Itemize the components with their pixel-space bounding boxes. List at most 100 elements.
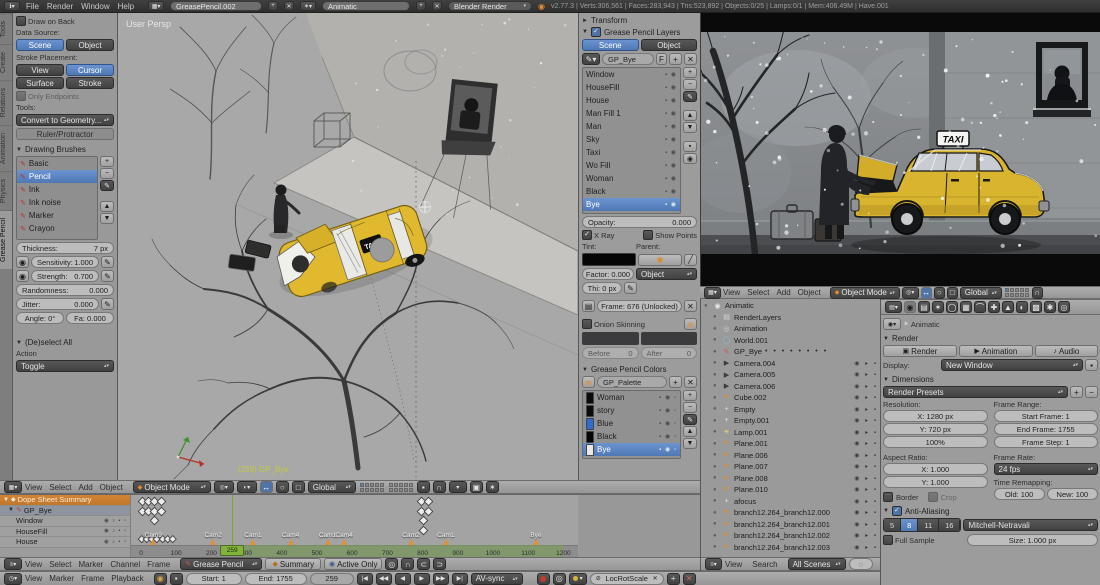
av-sync-select[interactable]: AV-sync ▴▾ — [470, 572, 523, 585]
gp-color-restriction-icons[interactable]: ▪ ◉ ▫ — [659, 433, 677, 440]
outliner-item-branch12-264-branch12-001[interactable]: ● ▼ branch12.264_branch12.001 ◉ ▸ ▪ — [701, 519, 881, 531]
outliner-item-plane-006[interactable]: ● ▼ Plane.006 ◉ ▸ ▪ — [701, 450, 881, 462]
expander-icon[interactable]: ● — [713, 452, 719, 458]
gp-layer-restriction-icons[interactable]: ▪ ◉ — [665, 188, 677, 195]
placement-surface-button[interactable]: Surface — [16, 77, 64, 89]
gp-layers-panel-header[interactable]: Grease Pencil Layers — [604, 28, 680, 37]
timeline-marker-cam4[interactable] — [341, 539, 348, 545]
outliner-item-camera-006[interactable]: ● ▶ Camera.006 ◉ ▸ ▪ — [701, 381, 881, 393]
aspect-y-field[interactable]: Y: 1.000 — [883, 476, 988, 488]
snap-magnet-icon[interactable]: ∩ — [1031, 286, 1043, 299]
gp-datablock-icon[interactable]: ✎▾ — [582, 53, 600, 65]
jump-to-start-button[interactable]: |◀ — [356, 572, 373, 585]
resolution-y-field[interactable]: Y: 720 px — [883, 423, 988, 435]
pressure-sensitivity-icon[interactable]: ◉ — [16, 256, 29, 268]
gp-layer-item-wo-fill[interactable]: Wo Fill ▪ ◉ — [583, 159, 680, 172]
render-panel-header[interactable]: Render — [892, 334, 918, 343]
restriction-icons[interactable]: ◉ ▸ ▪ — [854, 406, 878, 413]
channel-toggle-icons[interactable]: ◉ ♪ ▪ ▫ — [104, 518, 127, 524]
insert-keyframe-icon[interactable]: + — [666, 572, 680, 585]
timeline-marker-cam1[interactable] — [249, 539, 256, 545]
ghost-frames-icon[interactable]: ◎ — [385, 558, 399, 570]
timeline-marker-cam1[interactable] — [324, 539, 331, 545]
menu-view[interactable]: View — [723, 288, 740, 297]
brush-item-pencil[interactable]: ✎ Pencil — [17, 170, 97, 183]
action-select[interactable]: Toggle ▴▾ — [16, 360, 114, 372]
previous-keyframe-button[interactable]: ◀◀ — [375, 572, 392, 585]
tab-data-icon[interactable]: ▲ — [1002, 301, 1014, 313]
current-frame-badge[interactable]: 259 — [220, 545, 245, 556]
outliner-item-plane-007[interactable]: ● ▼ Plane.007 ◉ ▸ ▪ — [701, 461, 881, 473]
editor-type-3dview-icon[interactable]: ▦▾ — [704, 286, 721, 299]
gp-layer-restriction-icons[interactable]: ▪ ◉ — [665, 201, 677, 208]
manipulator-scale-icon[interactable]: □ — [291, 481, 305, 493]
aa-sample-11[interactable]: 11 — [918, 519, 940, 531]
tool-tab-animation[interactable]: Animation — [0, 124, 12, 171]
expander-icon[interactable]: ● — [713, 429, 719, 435]
gp-layer-move-up-icon[interactable]: ▲ — [683, 110, 697, 121]
onion-before-color-swatch[interactable] — [582, 332, 639, 345]
aa-sample-16[interactable]: 16 — [939, 519, 961, 531]
thickness-slider[interactable]: Thickness: 7 px — [16, 242, 114, 254]
keying-set-icon[interactable]: ▾ — [568, 572, 587, 585]
only-endpoints-checkbox[interactable] — [16, 91, 26, 101]
outliner-search-input[interactable]: ◌ — [848, 558, 873, 570]
play-button[interactable]: ▶ — [413, 572, 430, 585]
menu-search[interactable]: Search — [752, 560, 777, 569]
pivot-point-icon[interactable]: ◎▾ — [901, 286, 919, 299]
restriction-icons[interactable]: ◉ ▸ ▪ — [854, 544, 878, 551]
gp-color-swatch[interactable] — [586, 430, 594, 443]
remap-new-field[interactable]: New: 100 — [1046, 488, 1098, 500]
restriction-icons[interactable]: ◉ ▸ ▪ — [854, 440, 878, 447]
breadcrumb-scene-icon[interactable]: ◉▾ — [883, 318, 901, 330]
resolution-percentage-slider[interactable]: 100% — [883, 436, 988, 448]
editor-type-properties-icon[interactable]: ▤▾ — [885, 301, 902, 313]
gp-color-restriction-icons[interactable]: ▪ ◉ ▫ — [659, 394, 677, 401]
brush-item-ink-noise[interactable]: ✎ Ink noise — [17, 196, 97, 209]
dimensions-panel-header[interactable]: Dimensions — [892, 375, 934, 384]
transform-orientation-select[interactable]: Global ▴▾ — [959, 286, 1002, 299]
menu-object[interactable]: Object — [798, 288, 821, 297]
viewport-shading-icon[interactable]: ◐▾ — [236, 481, 257, 493]
menu-select[interactable]: Select — [747, 288, 769, 297]
jump-to-end-button[interactable]: ▶| — [451, 572, 468, 585]
tab-world-icon[interactable]: ◯ — [946, 301, 958, 313]
crop-checkbox[interactable] — [927, 492, 938, 502]
gp-layer-item-bye[interactable]: Bye ▪ ◉ — [583, 198, 680, 211]
border-checkbox[interactable] — [883, 492, 893, 502]
menu-frame[interactable]: Frame — [81, 574, 104, 583]
tab-particles-icon[interactable]: ✱ — [1044, 301, 1056, 313]
gp-layer-item-woman[interactable]: Woman ▪ ◉ — [583, 172, 680, 185]
gp-datablock-add-button[interactable]: + — [669, 53, 682, 65]
sensitivity-random-icon[interactable]: ✎ — [101, 256, 114, 268]
gp-color-item-bye[interactable]: Bye ▪ ◉ ▫ — [583, 443, 680, 456]
tool-tab-create[interactable]: Create — [0, 44, 12, 81]
outliner-item-plane-008[interactable]: ● ▼ Plane.008 ◉ ▸ ▪ — [701, 473, 881, 485]
brush-remove-button[interactable]: − — [100, 168, 114, 179]
outliner-item-gp-bye[interactable]: ● ✎ GP_Bye • • • • • • • • — [701, 346, 881, 358]
gp-color-swatch[interactable] — [586, 443, 594, 456]
restriction-icons[interactable]: ◉ ▸ ▪ — [854, 371, 878, 378]
keyframe-diamond[interactable] — [169, 534, 177, 543]
outliner-item-camera-004[interactable]: ● ▶ Camera.004 ◉ ▸ ▪ — [701, 358, 881, 370]
onion-color-icon[interactable]: ◉ — [684, 318, 697, 330]
brush-item-marker[interactable]: ✎ Marker — [17, 209, 97, 222]
tool-tab-physics[interactable]: Physics — [0, 170, 12, 210]
gp-layer-item-man-fill-1[interactable]: Man Fill 1 ▪ ◉ — [583, 107, 680, 120]
use-preview-range-icon[interactable]: ◉ — [153, 572, 167, 585]
timeline-marker-cam4[interactable] — [287, 539, 294, 545]
parent-type-select[interactable]: Object ▴▾ — [636, 268, 697, 280]
start-frame-field[interactable]: Start Frame: 1 — [993, 410, 1098, 422]
pressure-strength-icon[interactable]: ◉ — [16, 270, 29, 282]
expander-icon[interactable]: ● — [713, 510, 719, 516]
channel-toggle-icons[interactable]: ◉ ♪ ▪ ▫ — [104, 539, 127, 545]
gp-color-restriction-icons[interactable]: ▪ ◉ ▫ — [659, 407, 677, 414]
tool-tab-tools[interactable]: Tools — [0, 13, 12, 45]
menu-add[interactable]: Add — [78, 483, 92, 492]
menu-select[interactable]: Select — [49, 483, 71, 492]
expander-icon[interactable]: ● — [713, 337, 719, 343]
frame-lock-close-icon[interactable]: ✕ — [684, 300, 697, 312]
gp-layer-restriction-icons[interactable]: ▪ ◉ — [665, 175, 677, 182]
main-3d-viewport[interactable]: TAXI — [118, 13, 578, 480]
restriction-icons[interactable]: ◉ ▸ ▪ — [854, 394, 878, 401]
